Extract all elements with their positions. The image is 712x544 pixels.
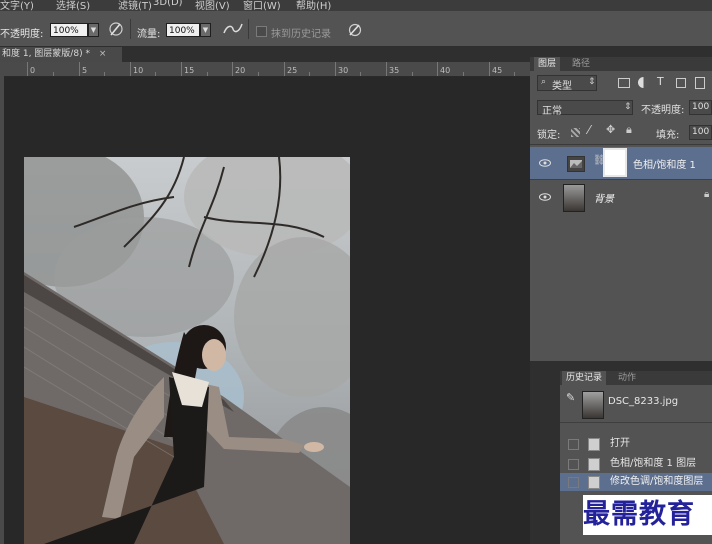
menu-type[interactable]: 文字(Y) [0,0,34,11]
watermark-logo: 最需教育 [583,495,712,535]
ruler-label: 15 [184,66,195,75]
menu-view[interactable]: 视图(V) [195,0,230,11]
document-icon [588,438,600,451]
ruler-label: 5 [82,66,88,75]
adjustment-layer-icon [567,156,585,172]
separator [130,19,131,39]
filter-search-icon: ⌕ [541,77,547,87]
lock-image-icon[interactable]: ⁄ [588,123,590,137]
divider [530,144,712,145]
history-state-label: 打开 [610,438,630,449]
shape-filter-icon[interactable] [676,78,686,88]
eye-icon[interactable] [539,159,551,167]
filter-kind-label: 类型 [552,81,572,92]
ruler-label: 30 [338,66,349,75]
lock-label: 锁定: [537,130,561,141]
layer-row-hue-saturation[interactable]: ⛓︎ 色相/饱和度 1 [530,147,712,179]
fill-label: 填充: [656,130,680,141]
separator [248,19,249,39]
pressure-opacity-icon[interactable] [106,20,126,38]
divider [560,422,712,423]
opacity-input[interactable]: 100% [50,23,88,37]
eye-icon[interactable] [539,193,551,201]
adjustment-filter-icon[interactable] [638,77,649,88]
history-snapshot[interactable]: ✎ DSC_8233.jpg [560,389,712,419]
ruler-label: 0 [30,66,36,75]
ruler-label: 20 [235,66,246,75]
lock-position-icon[interactable]: ✥ [606,123,615,136]
layer-mask-thumbnail[interactable] [603,148,627,177]
divider [530,179,712,180]
menu-select[interactable]: 选择(S) [56,0,90,11]
brush-source-icon[interactable]: ✎ [566,389,575,407]
layers-panel-empty-area [530,261,712,361]
blend-mode-value: 正常 [542,106,562,117]
airbrush-icon[interactable] [222,21,244,37]
flow-label: 流量: [137,29,161,40]
layer-opacity-input[interactable]: 100 [689,100,712,115]
tab-paths[interactable]: 路径 [568,57,594,71]
history-source-checkbox[interactable] [568,439,579,450]
type-filter-icon[interactable]: T [657,75,664,88]
menu-bar: 文字(Y) 选择(S) 滤镜(T) 3D(D) 视图(V) 窗口(W) 帮助(H… [0,0,712,11]
fill-input[interactable]: 100 [689,125,712,140]
blend-mode-dropdown[interactable]: 正常 ⇕ [537,100,633,117]
pixel-filter-icon[interactable] [618,78,630,88]
ruler-label: 40 [440,66,451,75]
menu-3d[interactable]: 3D(D) [153,0,183,8]
layers-panel: ⌕ 类型 ⇕ T 正常 ⇕ 不透明度: 100 锁定: ⁄ ✥ 🔒︎ 填充: 1… [530,71,712,261]
chevron-updown-icon: ⇕ [624,102,632,112]
document-photo[interactable] [24,157,350,544]
lock-all-icon[interactable]: 🔒︎ [626,123,632,137]
layer-opacity-label: 不透明度: [641,105,685,116]
layer-name[interactable]: 背景 [594,190,614,205]
history-state-selected[interactable]: 修改色调/饱和度图层 [560,473,712,491]
ruler-label: 10 [133,66,144,75]
flow-dropdown-button[interactable]: ▼ [200,23,211,37]
history-state-label: 修改色调/饱和度图层 [610,476,704,487]
menu-help[interactable]: 帮助(H) [296,0,331,11]
close-tab-icon[interactable]: × [99,49,107,59]
history-state[interactable]: 打开 [560,435,712,453]
history-source-checkbox[interactable] [568,459,579,470]
layer-thumbnail [563,184,585,212]
ruler-label: 35 [389,66,400,75]
document-icon [588,458,600,471]
menu-filter[interactable]: 滤镜(T) [118,0,152,11]
history-source-checkbox[interactable] [568,477,579,488]
opacity-dropdown-button[interactable]: ▼ [88,23,99,37]
menu-window[interactable]: 窗口(W) [243,0,281,11]
document-title: 和度 1, 图层蒙版/8) * [2,49,90,59]
tab-history[interactable]: 历史记录 [562,371,607,385]
panel-gap [530,361,712,371]
right-panels: 图层 路径 ⌕ 类型 ⇕ T 正常 ⇕ 不透明度: 100 锁定: ⁄ ✥ 🔒︎… [530,47,712,544]
history-panel-tabs: 历史记录 动作 [560,371,712,385]
layers-panel-tabs: 图层 路径 [530,57,712,71]
snapshot-thumbnail [582,391,604,419]
tab-layers[interactable]: 图层 [534,57,561,71]
layer-filter-dropdown[interactable]: ⌕ 类型 ⇕ [537,75,597,92]
horizontal-ruler[interactable]: 0 5 10 15 20 25 30 35 40 45 [0,62,530,77]
tab-actions[interactable]: 动作 [614,371,640,385]
lock-transparent-icon[interactable] [571,128,580,137]
ruler-label: 25 [287,66,298,75]
ruler-label: 45 [492,66,503,75]
options-bar: 不透明度: 100% ▼ 流量: 100% ▼ 抹到历史记录 [0,11,712,47]
lock-icon: 🔒︎ [704,189,710,200]
flow-input[interactable]: 100% [166,23,200,37]
layer-name[interactable]: 色相/饱和度 1 [633,156,696,171]
erase-to-history-label: 抹到历史记录 [271,29,331,40]
document-icon [588,476,600,489]
pressure-size-icon[interactable] [346,21,364,39]
layer-row-background[interactable]: 背景 🔒︎ [530,181,712,213]
history-state[interactable]: 色相/饱和度 1 图层 [560,455,712,473]
document-tab[interactable]: 和度 1, 图层蒙版/8) * × [0,47,122,62]
history-state-label: 色相/饱和度 1 图层 [610,458,697,469]
erase-to-history-checkbox[interactable] [256,26,267,37]
opacity-label: 不透明度: [0,29,44,40]
chevron-updown-icon: ⇕ [588,77,596,87]
snapshot-name: DSC_8233.jpg [608,396,679,407]
smart-object-filter-icon[interactable] [695,77,705,89]
